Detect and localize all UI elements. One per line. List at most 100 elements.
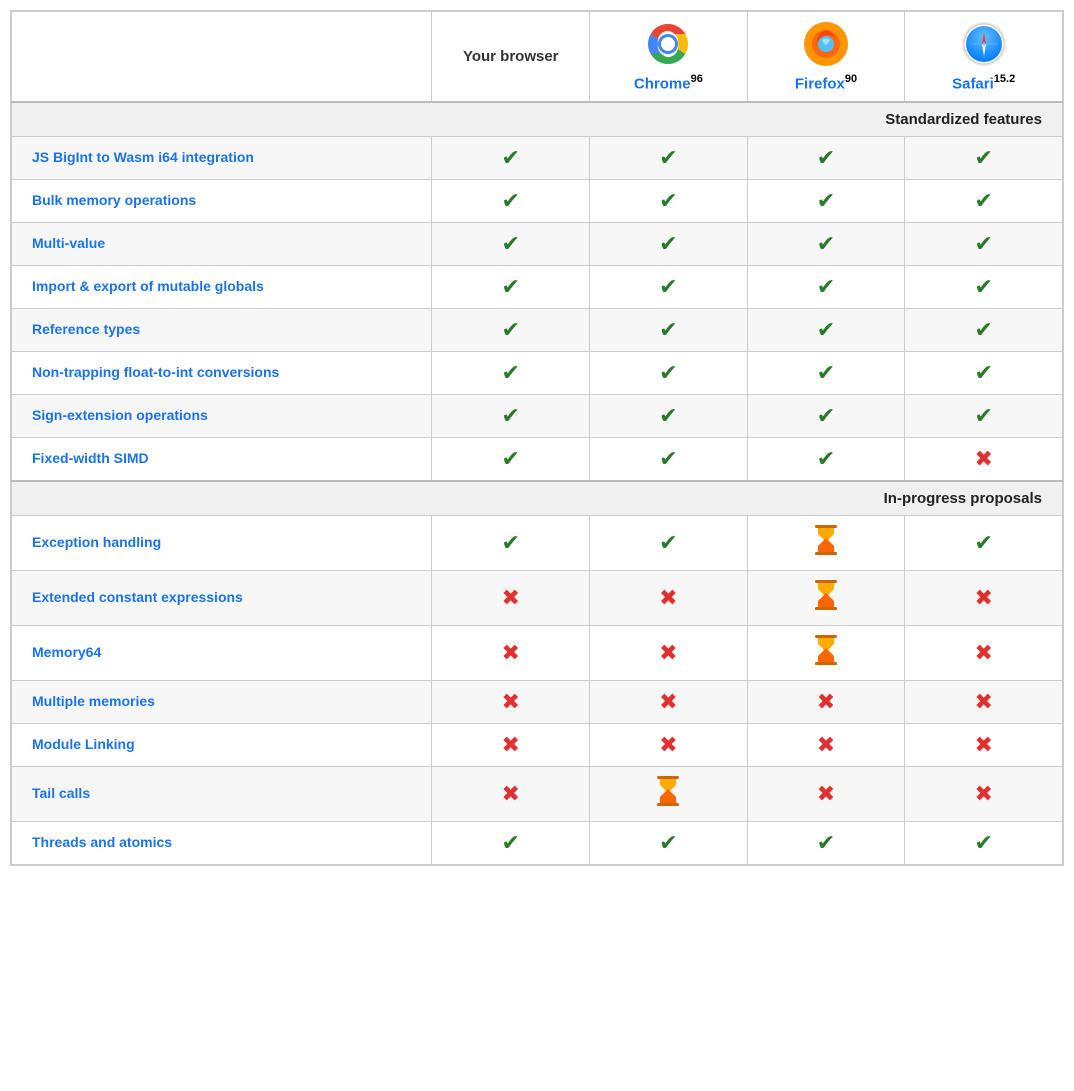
compatibility-table: Your browser: [10, 10, 1064, 866]
support-cell-0: ✖: [432, 681, 590, 724]
chrome-column-header: Chrome96: [590, 12, 748, 103]
feature-label-cell: Tail calls: [12, 767, 432, 822]
check-icon: ✔: [502, 145, 520, 170]
feature-label: Non-trapping float-to-int conversions: [32, 364, 279, 380]
feature-label: Memory64: [32, 644, 101, 660]
cross-icon: ✖: [817, 689, 835, 714]
cross-icon: ✖: [974, 640, 992, 665]
support-cell-3: ✖: [905, 724, 1063, 767]
check-icon: ✔: [817, 317, 835, 342]
check-icon: ✔: [659, 317, 677, 342]
support-cell-3: ✔: [905, 180, 1063, 223]
check-icon: ✔: [502, 830, 520, 855]
firefox-icon: [802, 20, 850, 68]
feature-label-cell: Memory64: [12, 626, 432, 681]
check-icon: ✔: [659, 530, 677, 555]
chrome-name: Chrome96: [596, 73, 741, 93]
section-title: Standardized features: [12, 102, 1063, 137]
check-icon: ✔: [974, 830, 992, 855]
support-cell-3: ✖: [905, 626, 1063, 681]
firefox-version: 90: [845, 73, 857, 85]
check-icon: ✔: [817, 188, 835, 213]
feature-label-cell: Exception handling: [12, 516, 432, 571]
support-cell-0: ✖: [432, 571, 590, 626]
check-icon: ✔: [502, 231, 520, 256]
check-icon: ✔: [659, 403, 677, 428]
feature-label: Multiple memories: [32, 693, 155, 709]
support-cell-2: [747, 516, 905, 571]
support-cell-1: ✖: [590, 681, 748, 724]
feature-label: Reference types: [32, 321, 140, 337]
check-icon: ✔: [659, 145, 677, 170]
feature-label: JS BigInt to Wasm i64 integration: [32, 149, 254, 165]
check-icon: ✔: [817, 360, 835, 385]
chrome-version: 96: [691, 73, 703, 85]
check-icon: ✔: [659, 231, 677, 256]
check-icon: ✔: [817, 231, 835, 256]
section-header-1: In-progress proposals: [12, 481, 1063, 516]
chrome-icon: [644, 20, 692, 68]
check-icon: ✔: [974, 530, 992, 555]
feature-label: Sign-extension operations: [32, 407, 208, 423]
check-icon: ✔: [974, 360, 992, 385]
support-cell-3: ✔: [905, 223, 1063, 266]
support-cell-0: ✔: [432, 180, 590, 223]
support-cell-0: ✖: [432, 767, 590, 822]
feature-label: Multi-value: [32, 235, 105, 251]
table-row: Tail calls ✖✖✖: [12, 767, 1063, 822]
table-row: Import & export of mutable globals ✔✔✔✔: [12, 266, 1063, 309]
safari-icon: [960, 20, 1008, 68]
table-row: Reference types ✔ ✔ ✔ ✔: [12, 309, 1063, 352]
support-cell-2: ✖: [747, 681, 905, 724]
support-cell-1: ✖: [590, 626, 748, 681]
your-browser-label: Your browser: [438, 47, 583, 67]
check-icon: ✔: [817, 274, 835, 299]
feature-label: Tail calls: [32, 785, 90, 801]
support-cell-0: ✔: [432, 137, 590, 180]
feature-label-cell: Fixed-width SIMD: [12, 438, 432, 482]
support-cell-1: ✖: [590, 724, 748, 767]
support-cell-1: ✔: [590, 266, 748, 309]
support-cell-3: ✔: [905, 137, 1063, 180]
cross-icon: ✖: [974, 732, 992, 757]
check-icon: ✔: [659, 830, 677, 855]
support-cell-0: ✔: [432, 516, 590, 571]
cross-icon: ✖: [974, 585, 992, 610]
table-row: Threads and atomics ✔✔✔✔: [12, 822, 1063, 865]
support-cell-2: ✔: [747, 180, 905, 223]
support-cell-0: ✖: [432, 724, 590, 767]
table-row: Fixed-width SIMD ✔✔✔✖: [12, 438, 1063, 482]
cross-icon: ✖: [817, 781, 835, 806]
cross-icon: ✖: [502, 640, 520, 665]
support-cell-1: ✔: [590, 516, 748, 571]
feature-label: Bulk memory operations: [32, 192, 196, 208]
cross-icon: ✖: [974, 689, 992, 714]
feature-label: Module Linking: [32, 736, 135, 752]
table-row: Memory64 ✖ ✖ ✖: [12, 626, 1063, 681]
check-icon: ✔: [502, 317, 520, 342]
cross-icon: ✖: [502, 585, 520, 610]
table-row: Multiple memories ✖✖✖✖: [12, 681, 1063, 724]
firefox-column-header: Firefox90: [747, 12, 905, 103]
check-icon: ✔: [502, 188, 520, 213]
feature-label: Fixed-width SIMD: [32, 450, 149, 466]
support-cell-0: ✔: [432, 309, 590, 352]
hourglass-icon: [812, 634, 840, 672]
table-row: Non-trapping float-to-int conversions ✔ ✔…: [12, 352, 1063, 395]
support-cell-2: ✔: [747, 223, 905, 266]
support-cell-3: ✔: [905, 822, 1063, 865]
hourglass-icon: [812, 524, 840, 562]
support-cell-1: ✔: [590, 822, 748, 865]
feature-label-cell: Non-trapping float-to-int conversions: [12, 352, 432, 395]
cross-icon: ✖: [502, 732, 520, 757]
support-cell-3: ✖: [905, 438, 1063, 482]
support-cell-1: ✔: [590, 180, 748, 223]
check-icon: ✔: [659, 274, 677, 299]
support-cell-2: ✔: [747, 137, 905, 180]
check-icon: ✔: [974, 317, 992, 342]
feature-label: Import & export of mutable globals: [32, 278, 264, 294]
check-icon: ✔: [974, 188, 992, 213]
check-icon: ✔: [817, 830, 835, 855]
support-cell-0: ✖: [432, 626, 590, 681]
check-icon: ✔: [817, 446, 835, 471]
